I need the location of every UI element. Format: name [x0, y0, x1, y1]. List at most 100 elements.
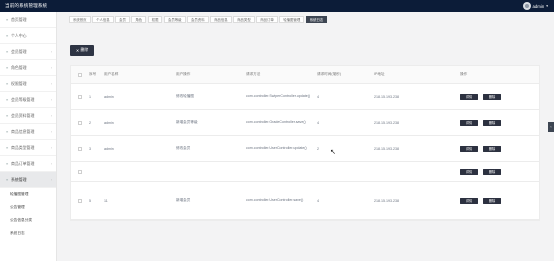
detail-button[interactable]: 详情	[460, 197, 478, 204]
chevron-right-icon: ›	[50, 97, 52, 102]
sidebar-item[interactable]: ≡ 商品类型管理 ›	[0, 140, 56, 156]
tab[interactable]: 商品信息	[210, 16, 232, 23]
tab[interactable]: 商品类型	[233, 16, 255, 23]
username[interactable]: admin	[533, 4, 545, 9]
cell-user: admin	[104, 146, 114, 151]
row-select-cell[interactable]	[71, 146, 89, 151]
detail-button[interactable]: 详情	[460, 145, 478, 152]
sidebar-item[interactable]: ≡ 商品订单管理 ›	[0, 156, 56, 172]
tab[interactable]: 角色	[131, 16, 147, 23]
chevron-right-icon: ›	[50, 177, 52, 182]
row-checkbox[interactable]	[78, 94, 82, 99]
cell-method: com.controller.UserController.update()	[246, 146, 307, 150]
row-select-cell[interactable]	[71, 94, 89, 99]
table-row: 2 admin 新增会员等级 com.controller.GradeControll…	[71, 110, 539, 136]
row-select-cell[interactable]	[71, 169, 89, 174]
mouse-cursor-icon: ↖	[330, 149, 336, 156]
chevron-right-icon: ›	[50, 113, 52, 118]
row-select-cell[interactable]	[71, 120, 89, 125]
delete-row-button[interactable]: 删除	[483, 93, 501, 100]
cell-method: com.controller.UserController.save()	[246, 198, 304, 202]
user-menu[interactable]: admin ▾	[522, 2, 548, 10]
delete-row-button[interactable]: 删除	[483, 197, 501, 204]
chevron-right-icon: ›	[50, 65, 52, 70]
cell-method: com.controller.GradeController.save()	[246, 120, 306, 124]
sidebar: ≡ 首页管理 ≡ 个人中心 ≡ 会员管理 › ≡ 角色管理 › ≡ 权限管理 › ≡ 会员等级管理 › ≡ 会员资…	[0, 12, 57, 261]
collapse-panel-button[interactable]: ‹	[548, 122, 554, 132]
cell-time: 4	[317, 94, 319, 99]
row-checkbox[interactable]	[78, 146, 82, 151]
row-checkbox[interactable]	[78, 198, 82, 203]
tab[interactable]: 个人信息	[92, 16, 114, 23]
tab[interactable]: 轮播图管理	[279, 16, 305, 23]
sidebar-subitem[interactable]: 公告管理	[0, 201, 56, 214]
tab[interactable]: 会员等级	[163, 16, 186, 23]
cell-actions: 详情 删除	[460, 119, 539, 126]
sidebar-item-label: 首页管理	[11, 16, 27, 22]
tab[interactable]: 权限	[147, 16, 163, 23]
table-row: 详情 删除	[71, 162, 539, 182]
sidebar-item-label: 会员等级管理	[11, 96, 35, 102]
sidebar-item-label: 角色管理	[11, 64, 27, 70]
chevron-left-icon: ‹	[550, 125, 552, 129]
top-bar: 当前的系统管理系统 admin ▾	[0, 0, 554, 12]
sidebar-item-label: 个人中心	[11, 32, 27, 38]
header-action: 操作	[460, 72, 468, 76]
header-ip: IP地址	[374, 72, 385, 76]
cell-operation: 新增会员	[176, 198, 191, 202]
sidebar-item[interactable]: ≡ 个人中心	[0, 28, 56, 44]
tab[interactable]: 会员	[115, 16, 130, 23]
sidebar-item[interactable]: ≡ 角色管理 ›	[0, 60, 56, 76]
sidebar-item-label: 商品信息管理	[11, 128, 35, 134]
chevron-down-icon[interactable]: ▾	[546, 4, 548, 8]
delete-row-button[interactable]: 删除	[483, 119, 501, 126]
cell-ip: 218.15.193.238	[374, 198, 399, 203]
chevron-right-icon: ›	[50, 49, 52, 54]
cell-time: 4	[317, 120, 319, 125]
sidebar-item[interactable]: ≡ 商品信息管理 ›	[0, 124, 56, 140]
avatar[interactable]	[522, 2, 531, 10]
detail-button[interactable]: 详情	[460, 93, 478, 100]
cell-seq: 1	[89, 94, 91, 99]
row-select-cell[interactable]	[71, 198, 89, 203]
header-operation: 用户操作	[176, 72, 191, 76]
sidebar-item[interactable]: ≡ 会员管理 ›	[0, 44, 56, 60]
cell-ip: 218.15.193.238	[374, 120, 399, 125]
chevron-right-icon: ›	[50, 145, 52, 150]
sidebar-item[interactable]: ≡ 会员资料管理 ›	[0, 108, 56, 124]
tab[interactable]: 商品订单	[256, 16, 278, 23]
sidebar-subitem[interactable]: 公告信息分类	[0, 214, 56, 227]
sidebar-item-label: 系统管理	[11, 176, 27, 182]
detail-button[interactable]: 详情	[460, 168, 478, 175]
sidebar-subitem[interactable]: 系统日志	[0, 227, 56, 240]
tab[interactable]: 系统首页	[69, 16, 91, 23]
cell-actions: 详情 删除	[460, 168, 539, 175]
row-checkbox[interactable]	[78, 169, 82, 174]
delete-button[interactable]: ✕ 删除	[70, 45, 94, 56]
row-checkbox[interactable]	[78, 120, 82, 125]
detail-button[interactable]: 详情	[460, 119, 478, 126]
tab-bar: 系统首页 个人信息 会员 角色 权限 会员等级 会员资料 商品信息 商品类型 商品订单 轮播图管理系…	[69, 16, 328, 23]
table-header: 序号 用户名称 用户操作 请求方法 请求时间(毫秒) IP地址 操作	[71, 66, 539, 84]
delete-row-button[interactable]: 删除	[483, 145, 501, 152]
cell-user: 11	[104, 198, 108, 203]
chevron-right-icon: ›	[50, 161, 52, 166]
tab[interactable]: 会员资料	[187, 16, 209, 23]
sidebar-item[interactable]: ≡ 会员等级管理 ›	[0, 92, 56, 108]
tab[interactable]: 系统日志	[305, 16, 328, 23]
sidebar-item[interactable]: ≡ 权限管理 ›	[0, 76, 56, 92]
cell-time: 4	[317, 198, 319, 203]
table-row: 3 admin 修改会员 com.controller.UserController.…	[71, 136, 539, 162]
cell-method: com.controller.SwiperController.update()	[246, 94, 311, 98]
header-seq: 序号	[89, 72, 97, 76]
select-all-checkbox[interactable]	[78, 72, 82, 77]
cell-actions: 详情 删除	[460, 197, 539, 204]
select-all-cell[interactable]	[71, 72, 89, 77]
cell-operation: 修改轮播图	[176, 94, 194, 98]
sidebar-item[interactable]: ≡ 系统管理 ›	[0, 172, 56, 188]
sidebar-item[interactable]: ≡ 首页管理	[0, 12, 56, 28]
delete-row-button[interactable]: 删除	[483, 168, 501, 175]
sidebar-item-label: 会员管理	[11, 48, 27, 54]
sidebar-subitem[interactable]: 轮播图管理	[0, 188, 56, 201]
cell-actions: 详情 删除	[460, 93, 539, 100]
